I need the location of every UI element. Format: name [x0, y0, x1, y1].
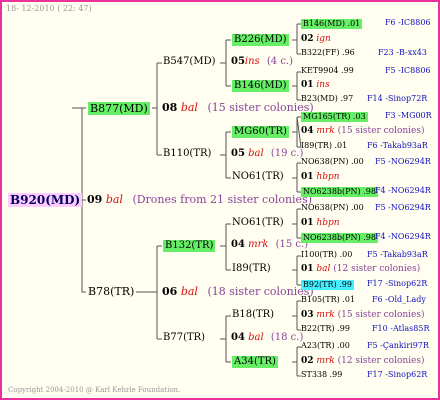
gen4-line: F6 -Takab93aR: [367, 141, 428, 150]
gen1-queen[interactable]: B877(MD): [88, 102, 150, 115]
gen4-queen[interactable]: KET9904 .99: [301, 67, 354, 75]
gen4-queen[interactable]: B322(FF) .96: [301, 49, 355, 57]
gen4-queen[interactable]: MG165(TR) .03: [301, 112, 368, 122]
gen3-queen[interactable]: B18(TR): [232, 310, 274, 320]
gen4-queen[interactable]: I100(TR) .00: [301, 251, 352, 259]
gen4-queen[interactable]: B23(MD) .97: [301, 95, 353, 103]
gen3-queen[interactable]: I89(TR): [232, 264, 271, 274]
gen4-line: F5 -Çankiri97R: [367, 341, 429, 350]
gen4-queen[interactable]: ST338 .99: [301, 371, 342, 379]
gen4-queen[interactable]: NO638(PN) .00: [301, 158, 364, 166]
gen3-queen[interactable]: NO61(TR): [232, 172, 284, 182]
root-queen[interactable]: B920(MD): [8, 193, 83, 207]
drones-line: 09 bal (Drones from 21 sister colonies): [87, 193, 313, 206]
gen2-info: 04 bal (18 c.): [231, 332, 304, 343]
gen3-info: 01 hbpn: [301, 218, 340, 228]
gen4-line: F5 -NO6294R: [375, 157, 431, 166]
gen4-queen[interactable]: NO6238b(PN) .98: [301, 233, 378, 243]
gen1-queen[interactable]: B78(TR): [88, 286, 134, 297]
gen4-queen[interactable]: B105(TR) .01: [301, 296, 355, 304]
gen4-queen[interactable]: B22(TR) .99: [301, 325, 350, 333]
gen2-queen[interactable]: B132(TR): [163, 240, 216, 252]
gen4-queen[interactable]: I89(TR) .01: [301, 142, 347, 150]
date-stamp: 18- 12-2010 ( 22: 47): [6, 4, 92, 13]
gen4-line: F23 -B-xx43: [378, 48, 427, 57]
gen2-info: 05 bal (19 c.): [231, 148, 304, 159]
gen3-info: 01 ins: [301, 80, 330, 90]
gen4-line: F6 -IC8806: [385, 18, 431, 27]
gen4-queen[interactable]: NO638(PN) .00: [301, 204, 364, 212]
pedigree-frame: 18- 12-2010 ( 22: 47) B920(MD) 09 bal (D…: [0, 0, 440, 400]
gen4-queen[interactable]: B146(MD) .01: [301, 19, 363, 29]
gen2-info: 05ins (4 c.): [231, 56, 294, 67]
copyright-footer: Copyright 2004-2010 @ Karl Kehrle Founda…: [8, 386, 181, 394]
gen3-info: 04 mrk (15 sister colonies): [301, 126, 425, 136]
gen2-info: 04 mrk (15 c.): [231, 239, 309, 250]
gen4-line: F4 -NO6294R: [375, 232, 431, 241]
gen4-line: F5 -Takab93aR: [367, 250, 428, 259]
gen4-line: F14 -Sinop72R: [367, 94, 428, 103]
gen2-queen[interactable]: B547(MD): [163, 57, 216, 67]
gen1-info: 06 bal (18 sister colonies): [162, 285, 314, 298]
gen4-line: F10 -Atlas85R: [372, 324, 430, 333]
gen4-line: F5 -IC8806: [385, 66, 431, 75]
gen2-queen[interactable]: B110(TR): [163, 149, 211, 159]
gen4-line: F3 -MG00R: [385, 111, 432, 120]
gen4-queen[interactable]: B92(TR) .99: [301, 280, 354, 290]
gen4-line: F17 -Sinop62R: [367, 279, 428, 288]
gen3-info: 02 mrk (12 sister colonies): [301, 356, 425, 366]
gen4-queen[interactable]: NO6238b(PN) .98: [301, 187, 378, 197]
gen1-info: 08 bal (15 sister colonies): [162, 101, 314, 114]
gen3-info: 01 hbpn: [301, 172, 340, 182]
gen4-queen[interactable]: A23(TR) .00: [301, 342, 350, 350]
gen3-info: 02 ign: [301, 34, 331, 44]
gen2-queen[interactable]: B77(TR): [163, 333, 205, 343]
gen3-queen[interactable]: B146(MD): [232, 80, 289, 92]
gen4-line: F17 -Sinop62R: [367, 370, 428, 379]
gen4-line: F6 -Old_Lady: [372, 295, 426, 304]
gen3-queen[interactable]: A34(TR): [232, 356, 278, 368]
gen3-info: 03 mrk (15 sister colonies): [301, 310, 425, 320]
gen4-line: F5 -NO6294R: [375, 203, 431, 212]
gen3-queen[interactable]: NO61(TR): [232, 218, 284, 228]
gen3-info: 01 bal (12 sister colonies): [301, 264, 421, 274]
gen4-line: F4 -NO6294R: [375, 186, 431, 195]
gen3-queen[interactable]: MG60(TR): [232, 126, 289, 138]
gen3-queen[interactable]: B226(MD): [232, 34, 289, 46]
